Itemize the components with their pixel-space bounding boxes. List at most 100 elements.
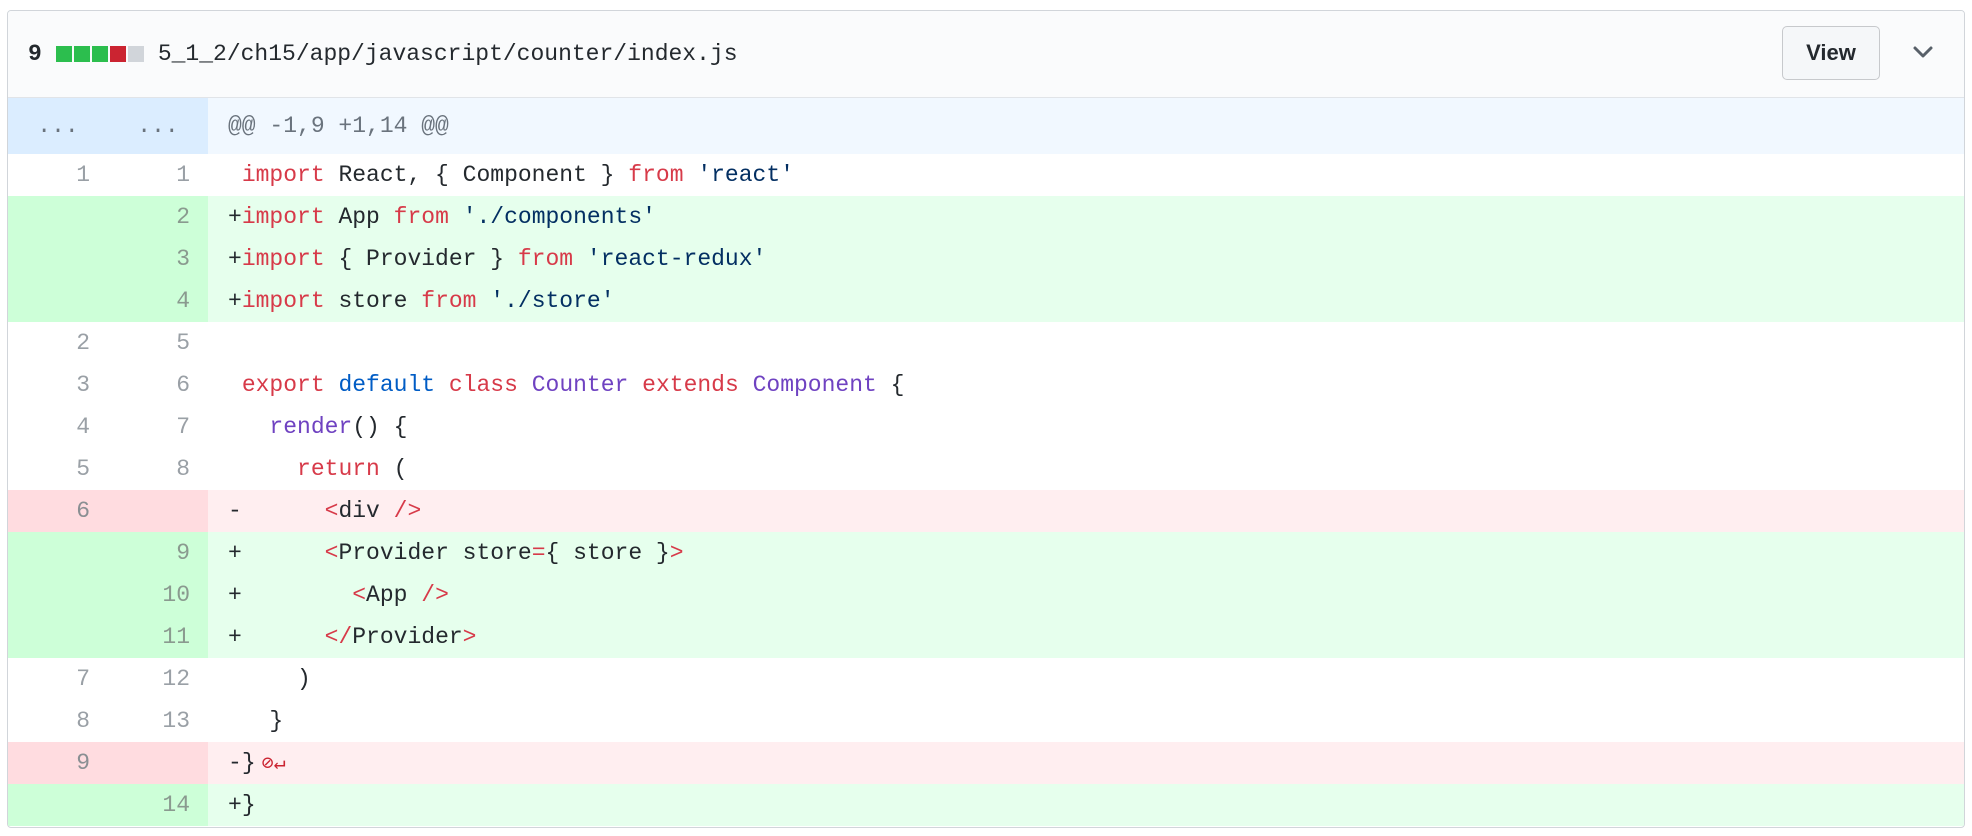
code-line: render() { [208, 406, 1964, 448]
code-token: { [876, 372, 905, 398]
expand-up-button[interactable]: ... [8, 98, 108, 154]
hunk-header-row: ... ... @@ -1,9 +1,14 @@ [8, 98, 1964, 154]
code-token: import [241, 162, 325, 188]
code-token: App [366, 582, 422, 608]
diff-marker [228, 456, 242, 482]
old-line-number[interactable]: 7 [8, 658, 108, 700]
old-line-number[interactable]: 9 [8, 742, 108, 784]
code-token: App [324, 204, 394, 230]
added-line: 3 + import { Provider } from 'react-redux' [8, 238, 1964, 280]
diff-marker: + [228, 582, 242, 608]
code-token: ( [379, 456, 408, 482]
new-line-number[interactable]: 11 [108, 616, 208, 658]
diffstat-block [127, 46, 144, 62]
new-line-number[interactable]: 4 [108, 280, 208, 322]
code-token: { store } [545, 540, 670, 566]
old-line-number[interactable] [8, 784, 108, 826]
code-token: import [241, 246, 325, 272]
old-line-number[interactable] [8, 532, 108, 574]
diff-file: 9 5_1_2/ch15/app/javascript/counter/inde… [7, 10, 1965, 828]
expand-down-button[interactable]: ... [108, 98, 208, 154]
code-line [208, 322, 1964, 364]
old-line-number[interactable]: 2 [8, 322, 108, 364]
old-line-number[interactable]: 3 [8, 364, 108, 406]
code-line: } [208, 700, 1964, 742]
diff-marker [228, 666, 242, 692]
new-line-number[interactable]: 8 [108, 448, 208, 490]
added-line: 4 + import store from './store' [8, 280, 1964, 322]
code-token: div [338, 498, 394, 524]
code-line: ) [208, 658, 1964, 700]
code-line: export default class Counter extends Com… [208, 364, 1964, 406]
code-line: + < App /> [208, 574, 1964, 616]
file-path[interactable]: 5_1_2/ch15/app/javascript/counter/index.… [158, 41, 738, 67]
code-token: export [241, 372, 325, 398]
new-line-number[interactable] [108, 490, 208, 532]
code-token: class [448, 372, 518, 398]
deleted-line: 6 - < div /> [8, 490, 1964, 532]
code-token: from [393, 204, 449, 230]
old-line-number[interactable]: 1 [8, 154, 108, 196]
added-line: 9 + < Provider store ={ store } > [8, 532, 1964, 574]
old-line-number[interactable] [8, 574, 108, 616]
old-line-number[interactable] [8, 616, 108, 658]
context-line: 36 export default class Counter extends … [8, 364, 1964, 406]
old-line-number[interactable]: 6 [8, 490, 108, 532]
new-line-number[interactable]: 9 [108, 532, 208, 574]
view-file-button[interactable]: View [1782, 26, 1880, 80]
code-token: './components' [462, 204, 656, 230]
old-line-number[interactable]: 5 [8, 448, 108, 490]
old-line-number[interactable] [8, 280, 108, 322]
new-line-number[interactable]: 13 [108, 700, 208, 742]
chevron-down-icon[interactable] [1910, 39, 1936, 65]
diffstat-bar [55, 46, 144, 62]
code-line: return ( [208, 448, 1964, 490]
added-line: 11 + </Provider > [8, 616, 1964, 658]
new-line-number[interactable]: 3 [108, 238, 208, 280]
code-line: + import store from './store' [208, 280, 1964, 322]
old-line-number[interactable] [8, 238, 108, 280]
deleted-line: 9 -} ⊘↵ [8, 742, 1964, 784]
new-line-number[interactable]: 5 [108, 322, 208, 364]
diff-marker: - [228, 498, 242, 524]
added-line: 2 + import App from './components' [8, 196, 1964, 238]
diffstat-block [91, 46, 108, 62]
code-line: + < Provider store ={ store } > [208, 532, 1964, 574]
diff-marker: + [228, 624, 242, 650]
diff-marker [228, 372, 242, 398]
code-token: </ [324, 624, 353, 650]
code-line: - < div /> [208, 490, 1964, 532]
new-line-number[interactable] [108, 742, 208, 784]
new-line-number[interactable]: 2 [108, 196, 208, 238]
new-line-number[interactable]: 1 [108, 154, 208, 196]
code-line: + import App from './components' [208, 196, 1964, 238]
new-line-number[interactable]: 14 [108, 784, 208, 826]
diff-marker [228, 414, 242, 440]
diff-marker: + [228, 246, 242, 272]
old-line-number[interactable]: 8 [8, 700, 108, 742]
new-line-number[interactable]: 6 [108, 364, 208, 406]
diff-marker: + [228, 792, 242, 818]
code-token: < [352, 582, 367, 608]
old-line-number[interactable] [8, 196, 108, 238]
old-line-number[interactable]: 4 [8, 406, 108, 448]
code-line: -} ⊘↵ [208, 742, 1964, 784]
new-line-number[interactable]: 10 [108, 574, 208, 616]
new-line-number[interactable]: 12 [108, 658, 208, 700]
code-token: ) [241, 666, 311, 692]
diff-marker [228, 162, 242, 188]
diff-marker: + [228, 540, 242, 566]
new-line-number[interactable]: 7 [108, 406, 208, 448]
code-token: return [297, 456, 380, 482]
